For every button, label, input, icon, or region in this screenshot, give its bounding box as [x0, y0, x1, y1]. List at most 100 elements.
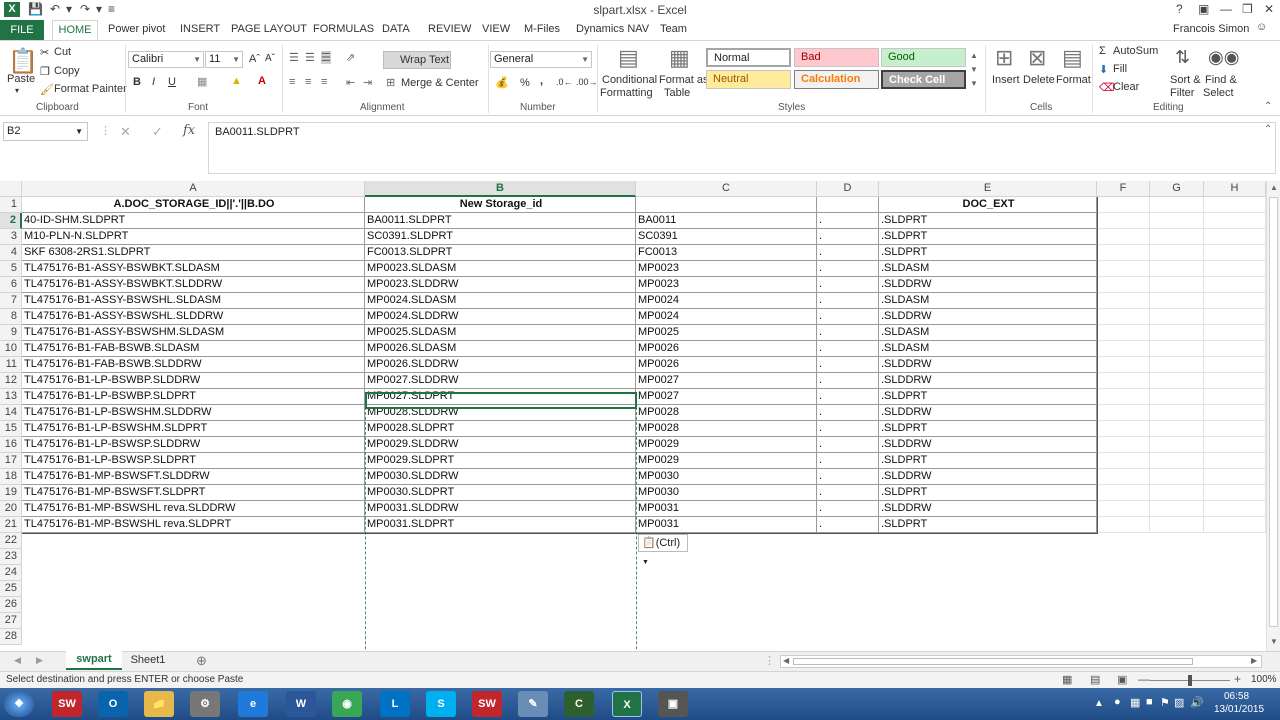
- cell-e6[interactable]: .SLDDRW: [879, 277, 1097, 293]
- cell-d5[interactable]: .: [817, 261, 879, 277]
- cell-b16[interactable]: MP0029.SLDDRW: [365, 437, 636, 453]
- cell-c8[interactable]: MP0024: [636, 309, 817, 325]
- tray-icon-3[interactable]: ■: [1146, 696, 1153, 708]
- cell-h17[interactable]: [1204, 453, 1266, 469]
- cell-a17[interactable]: TL475176-B1-LP-BSWSP.SLDPRT: [22, 453, 365, 469]
- tab-file[interactable]: FILE: [0, 20, 44, 40]
- horizontal-scrollbar[interactable]: ◀ ▶: [780, 655, 1262, 668]
- cell-f16[interactable]: [1097, 437, 1150, 453]
- sheet-tab-swpart[interactable]: swpart: [66, 651, 122, 670]
- cell-a11[interactable]: TL475176-B1-FAB-BSWB.SLDDRW: [22, 357, 365, 373]
- format-as-table-label2[interactable]: Table: [664, 87, 690, 99]
- tray-expand-icon[interactable]: ▲: [1094, 698, 1104, 709]
- cell-a10[interactable]: TL475176-B1-FAB-BSWB.SLDASM: [22, 341, 365, 357]
- tray-icon-1[interactable]: ●: [1114, 696, 1121, 708]
- row-header-22[interactable]: 22: [0, 533, 22, 549]
- next-sheet-icon[interactable]: ▶: [36, 655, 43, 666]
- help-button[interactable]: ?: [1176, 2, 1183, 16]
- cell-f2[interactable]: [1097, 213, 1150, 229]
- vertical-scrollbar[interactable]: ▲ ▼: [1266, 181, 1280, 651]
- copy-button[interactable]: Copy: [54, 65, 80, 77]
- autosum-button[interactable]: AutoSum: [1113, 45, 1158, 57]
- copy-icon[interactable]: ❐: [40, 65, 50, 78]
- row-header-26[interactable]: 26: [0, 597, 22, 613]
- outlook-icon[interactable]: O: [98, 691, 128, 717]
- fill-button[interactable]: Fill: [1113, 63, 1127, 75]
- cell-f14[interactable]: [1097, 405, 1150, 421]
- tab-review[interactable]: REVIEW: [428, 23, 471, 35]
- find-select-label2[interactable]: Select: [1203, 87, 1234, 99]
- cell-h4[interactable]: [1204, 245, 1266, 261]
- cell-b20[interactable]: MP0031.SLDDRW: [365, 501, 636, 517]
- cell-h20[interactable]: [1204, 501, 1266, 517]
- cell-e12[interactable]: .SLDDRW: [879, 373, 1097, 389]
- row-header-2[interactable]: 2: [0, 213, 22, 229]
- increase-decimal-icon[interactable]: .0←: [556, 77, 573, 87]
- row-header-28[interactable]: 28: [0, 629, 22, 645]
- user-avatar-icon[interactable]: ☺: [1256, 21, 1267, 33]
- row-header-13[interactable]: 13: [0, 389, 22, 405]
- cell-a16[interactable]: TL475176-B1-LP-BSWSP.SLDDRW: [22, 437, 365, 453]
- cell-h1[interactable]: [1204, 197, 1266, 213]
- cell-c5[interactable]: MP0023: [636, 261, 817, 277]
- cell-h10[interactable]: [1204, 341, 1266, 357]
- cell-a9[interactable]: TL475176-B1-ASSY-BSWSHM.SLDASM: [22, 325, 365, 341]
- cell-b3[interactable]: SC0391.SLDPRT: [365, 229, 636, 245]
- paste-dropdown-icon[interactable]: ▾: [15, 86, 19, 95]
- cell-b1[interactable]: New Storage_id: [365, 197, 636, 213]
- name-box[interactable]: B2 ▼: [3, 122, 88, 141]
- style-neutral[interactable]: Neutral: [706, 70, 791, 89]
- cell-c14[interactable]: MP0028: [636, 405, 817, 421]
- cell-b15[interactable]: MP0028.SLDPRT: [365, 421, 636, 437]
- paste-icon[interactable]: 📋: [8, 47, 38, 76]
- decrease-decimal-icon[interactable]: .00→: [576, 77, 598, 87]
- cell-b18[interactable]: MP0030.SLDDRW: [365, 469, 636, 485]
- column-header-g[interactable]: G: [1150, 181, 1204, 197]
- cell-e9[interactable]: .SLDASM: [879, 325, 1097, 341]
- cell-d14[interactable]: .: [817, 405, 879, 421]
- cell-b13[interactable]: MP0027.SLDPRT: [365, 389, 636, 405]
- format-painter-button[interactable]: Format Painter: [54, 83, 127, 95]
- align-bottom-icon[interactable]: ☰: [321, 51, 331, 64]
- cell-b12[interactable]: MP0027.SLDDRW: [365, 373, 636, 389]
- tab-m-files[interactable]: M-Files: [524, 23, 560, 35]
- sheet-tab-sheet1[interactable]: Sheet1: [126, 652, 170, 670]
- cell-h14[interactable]: [1204, 405, 1266, 421]
- sort-filter-label2[interactable]: Filter: [1170, 87, 1194, 99]
- cell-b10[interactable]: MP0026.SLDASM: [365, 341, 636, 357]
- select-all-corner[interactable]: [0, 181, 22, 197]
- cell-g14[interactable]: [1150, 405, 1204, 421]
- format-as-table-button[interactable]: Format as: [659, 74, 709, 86]
- fill-icon[interactable]: ⬇: [1099, 63, 1108, 76]
- row-header-25[interactable]: 25: [0, 581, 22, 597]
- decrease-indent-icon[interactable]: ⇤: [346, 76, 355, 89]
- cell-e20[interactable]: .SLDDRW: [879, 501, 1097, 517]
- new-sheet-icon[interactable]: ⊕: [196, 653, 207, 669]
- cell-g15[interactable]: [1150, 421, 1204, 437]
- tab-formulas[interactable]: FORMULAS: [313, 23, 374, 35]
- confirm-entry-icon[interactable]: ✓: [152, 124, 163, 140]
- cell-g19[interactable]: [1150, 485, 1204, 501]
- format-painter-icon[interactable]: 🖌: [40, 83, 54, 96]
- cell-d21[interactable]: .: [817, 517, 879, 533]
- cell-g6[interactable]: [1150, 277, 1204, 293]
- style-good[interactable]: Good: [881, 48, 966, 67]
- cell-g18[interactable]: [1150, 469, 1204, 485]
- column-header-d[interactable]: D: [817, 181, 879, 197]
- cell-c19[interactable]: MP0030: [636, 485, 817, 501]
- column-header-c[interactable]: C: [636, 181, 817, 197]
- bold-button[interactable]: B: [133, 76, 141, 88]
- cell-h18[interactable]: [1204, 469, 1266, 485]
- tab-dynamics-nav[interactable]: Dynamics NAV: [576, 23, 649, 35]
- cell-c6[interactable]: MP0023: [636, 277, 817, 293]
- sort-filter-button[interactable]: Sort &: [1170, 74, 1201, 86]
- cell-h7[interactable]: [1204, 293, 1266, 309]
- start-button[interactable]: ❖: [4, 691, 34, 717]
- italic-button[interactable]: I: [152, 76, 155, 88]
- cell-c13[interactable]: MP0027: [636, 389, 817, 405]
- cell-e10[interactable]: .SLDASM: [879, 341, 1097, 357]
- cell-b9[interactable]: MP0025.SLDASM: [365, 325, 636, 341]
- cell-g4[interactable]: [1150, 245, 1204, 261]
- cell-g16[interactable]: [1150, 437, 1204, 453]
- cell-c9[interactable]: MP0025: [636, 325, 817, 341]
